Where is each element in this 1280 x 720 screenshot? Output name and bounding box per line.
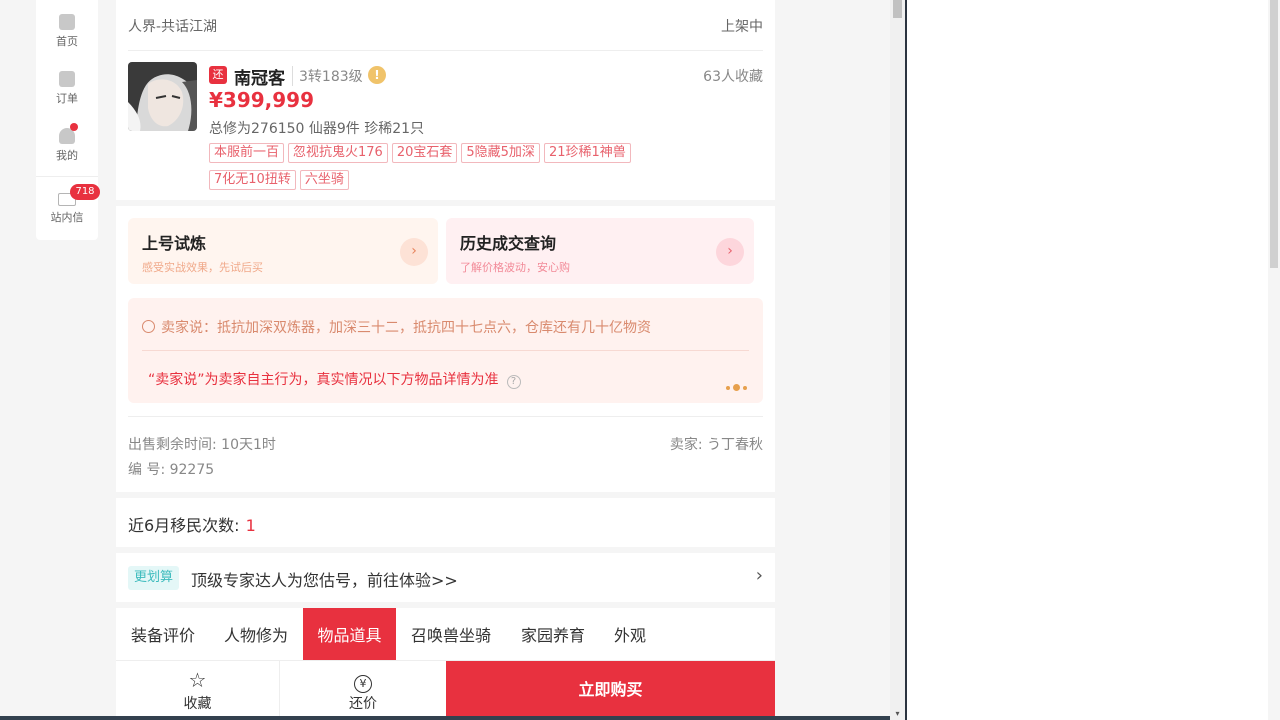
nav-inbox-label: 站内信 bbox=[50, 211, 84, 224]
price-history-subtitle: 了解价格波动，安心购 bbox=[460, 261, 570, 274]
detail-tabs: 装备评价 人物修为 物品道具 召唤兽坐骑 家园养育 外观 bbox=[116, 608, 775, 660]
avatar-image-icon bbox=[128, 62, 197, 131]
favorite-count: 63人收藏 bbox=[703, 69, 763, 85]
blank-pane bbox=[907, 0, 1280, 720]
divider bbox=[128, 416, 763, 417]
nav-orders[interactable]: 订单 bbox=[36, 71, 98, 106]
trial-login-card[interactable]: 上号试炼 感受实战效果，先试后买 › bbox=[128, 218, 438, 284]
seller-disclaimer-text: “卖家说”为卖家自主行为，真实情况以下方物品详情为准 bbox=[148, 372, 499, 388]
migration-label: 近6月移民次数: bbox=[128, 516, 240, 535]
estimate-badge: 更划算 bbox=[128, 566, 180, 590]
migration-count: 近6月移民次数: 1 bbox=[128, 512, 256, 536]
nav-mine-label: 我的 bbox=[56, 149, 78, 162]
feature-tag: 六坐骑 bbox=[299, 170, 349, 190]
favorite-button[interactable]: ☆ 收藏 bbox=[116, 661, 279, 720]
character-avatar[interactable] bbox=[128, 62, 197, 131]
scrollbar[interactable]: ▾ bbox=[890, 0, 905, 720]
carousel-dot-active bbox=[733, 384, 740, 391]
carousel-dots[interactable] bbox=[723, 375, 747, 394]
nav-home[interactable]: 首页 bbox=[36, 14, 98, 49]
nav-orders-label: 订单 bbox=[56, 92, 78, 105]
chevron-right-icon: › bbox=[400, 238, 428, 266]
server-name: 人界-共话江湖 bbox=[128, 19, 218, 35]
buy-now-button[interactable]: 立即购买 bbox=[446, 661, 775, 720]
main-column: 人界-共话江湖 上架中 还 南冠客 3转183级 ! 63人收藏 ¥399,99… bbox=[116, 0, 775, 720]
estimate-card[interactable]: 更划算 顶级专家达人为您估号，前往体验>> › bbox=[116, 553, 775, 602]
nav-home-label: 首页 bbox=[56, 35, 78, 48]
price: ¥399,999 bbox=[209, 88, 315, 112]
carousel-dot bbox=[726, 386, 730, 390]
listing-status: 上架中 bbox=[721, 19, 763, 35]
divider bbox=[128, 50, 763, 51]
star-icon: ☆ bbox=[188, 668, 207, 692]
tab-summons-mounts[interactable]: 召唤兽坐骑 bbox=[407, 608, 495, 660]
price-history-card[interactable]: 历史成交查询 了解价格波动，安心购 › bbox=[446, 218, 754, 284]
divider bbox=[142, 350, 749, 351]
trial-login-subtitle: 感受实战效果，先试后买 bbox=[142, 261, 263, 274]
favorite-label: 收藏 bbox=[183, 696, 212, 712]
feature-tag: 本服前一百 bbox=[209, 143, 285, 163]
price-history-title: 历史成交查询 bbox=[460, 234, 557, 253]
counter-offer-label: 还价 bbox=[349, 696, 377, 712]
chevron-right-icon: › bbox=[716, 238, 744, 266]
character-stats: 总修为276150 仙器9件 珍稀21只 bbox=[209, 121, 425, 137]
window-bottom-edge bbox=[0, 716, 905, 720]
feature-tag: 20宝石套 bbox=[391, 143, 458, 163]
character-level: 3转183级 bbox=[292, 66, 363, 86]
smile-icon bbox=[142, 320, 155, 333]
trial-login-title: 上号试炼 bbox=[142, 234, 207, 253]
feature-tag: 7化无10扭转 bbox=[209, 170, 296, 190]
page-scrollbar-thumb[interactable] bbox=[1270, 0, 1278, 268]
migration-card: 近6月移民次数: 1 bbox=[116, 498, 775, 547]
migration-value: 1 bbox=[245, 516, 256, 535]
orders-icon bbox=[59, 71, 75, 87]
left-nav: 首页 订单 我的 站内信 718 bbox=[36, 0, 100, 240]
yen-coin-icon: ¥ bbox=[280, 669, 446, 693]
counter-offer-button[interactable]: ¥ 还价 bbox=[280, 661, 446, 720]
feature-tag: 5隐藏5加深 bbox=[461, 143, 540, 163]
inbox-count-badge: 718 bbox=[70, 184, 100, 200]
chevron-right-icon: › bbox=[755, 565, 763, 586]
tab-equipment[interactable]: 装备评价 bbox=[128, 608, 198, 660]
seller-disclaimer: “卖家说”为卖家自主行为，真实情况以下方物品详情为准? bbox=[148, 369, 521, 389]
seller-info-card: 上号试炼 感受实战效果，先试后买 › 历史成交查询 了解价格波动，安心购 › 卖… bbox=[116, 206, 775, 492]
tab-cultivation[interactable]: 人物修为 bbox=[220, 608, 292, 660]
bottom-action-bar: ☆ 收藏 ¥ 还价 立即购买 bbox=[116, 660, 775, 720]
seller-says-text: 卖家说：抵抗加深双炼器，加深三十二，抵抗四十七点六，仓库还有几十亿物资 bbox=[161, 320, 651, 336]
serial-number: 编 号: 92275 bbox=[128, 462, 215, 478]
warning-icon[interactable]: ! bbox=[368, 66, 386, 84]
feature-tag: 21珍稀1神兽 bbox=[543, 143, 631, 163]
page-scrollbar[interactable] bbox=[1268, 0, 1280, 720]
bargain-tag: 还 bbox=[209, 66, 227, 84]
tab-items[interactable]: 物品道具 bbox=[303, 608, 396, 660]
nav-divider bbox=[36, 176, 98, 177]
home-icon bbox=[59, 14, 75, 30]
seller-name[interactable]: 卖家: う丁春秋 bbox=[670, 434, 763, 454]
scroll-down-arrow-icon[interactable]: ▾ bbox=[893, 709, 902, 718]
sale-time-left: 出售剩余时间: 10天1时 bbox=[128, 437, 276, 453]
help-icon[interactable]: ? bbox=[506, 375, 521, 389]
feature-tags: 本服前一百 忽视抗鬼火176 20宝石套 5隐藏5加深 21珍稀1神兽 7化无10扭转 六坐… bbox=[209, 141, 729, 195]
feature-tag: 忽视抗鬼火176 bbox=[288, 143, 388, 163]
notification-dot bbox=[70, 123, 78, 131]
seller-says: 卖家说：抵抗加深双炼器，加深三十二，抵抗四十七点六，仓库还有几十亿物资 bbox=[142, 317, 651, 337]
tab-home[interactable]: 家园养育 bbox=[517, 608, 589, 660]
item-summary-card: 人界-共话江湖 上架中 还 南冠客 3转183级 ! 63人收藏 ¥399,99… bbox=[116, 0, 775, 200]
tab-appearance[interactable]: 外观 bbox=[611, 608, 649, 660]
character-name: 南冠客 bbox=[234, 69, 285, 89]
seller-says-box: 卖家说：抵抗加深双炼器，加深三十二，抵抗四十七点六，仓库还有几十亿物资 “卖家说… bbox=[128, 298, 763, 403]
scrollbar-thumb[interactable] bbox=[893, 0, 902, 18]
carousel-dot bbox=[743, 386, 747, 390]
estimate-text: 顶级专家达人为您估号，前往体验>> bbox=[191, 571, 458, 590]
nav-mine[interactable]: 我的 bbox=[36, 128, 98, 163]
